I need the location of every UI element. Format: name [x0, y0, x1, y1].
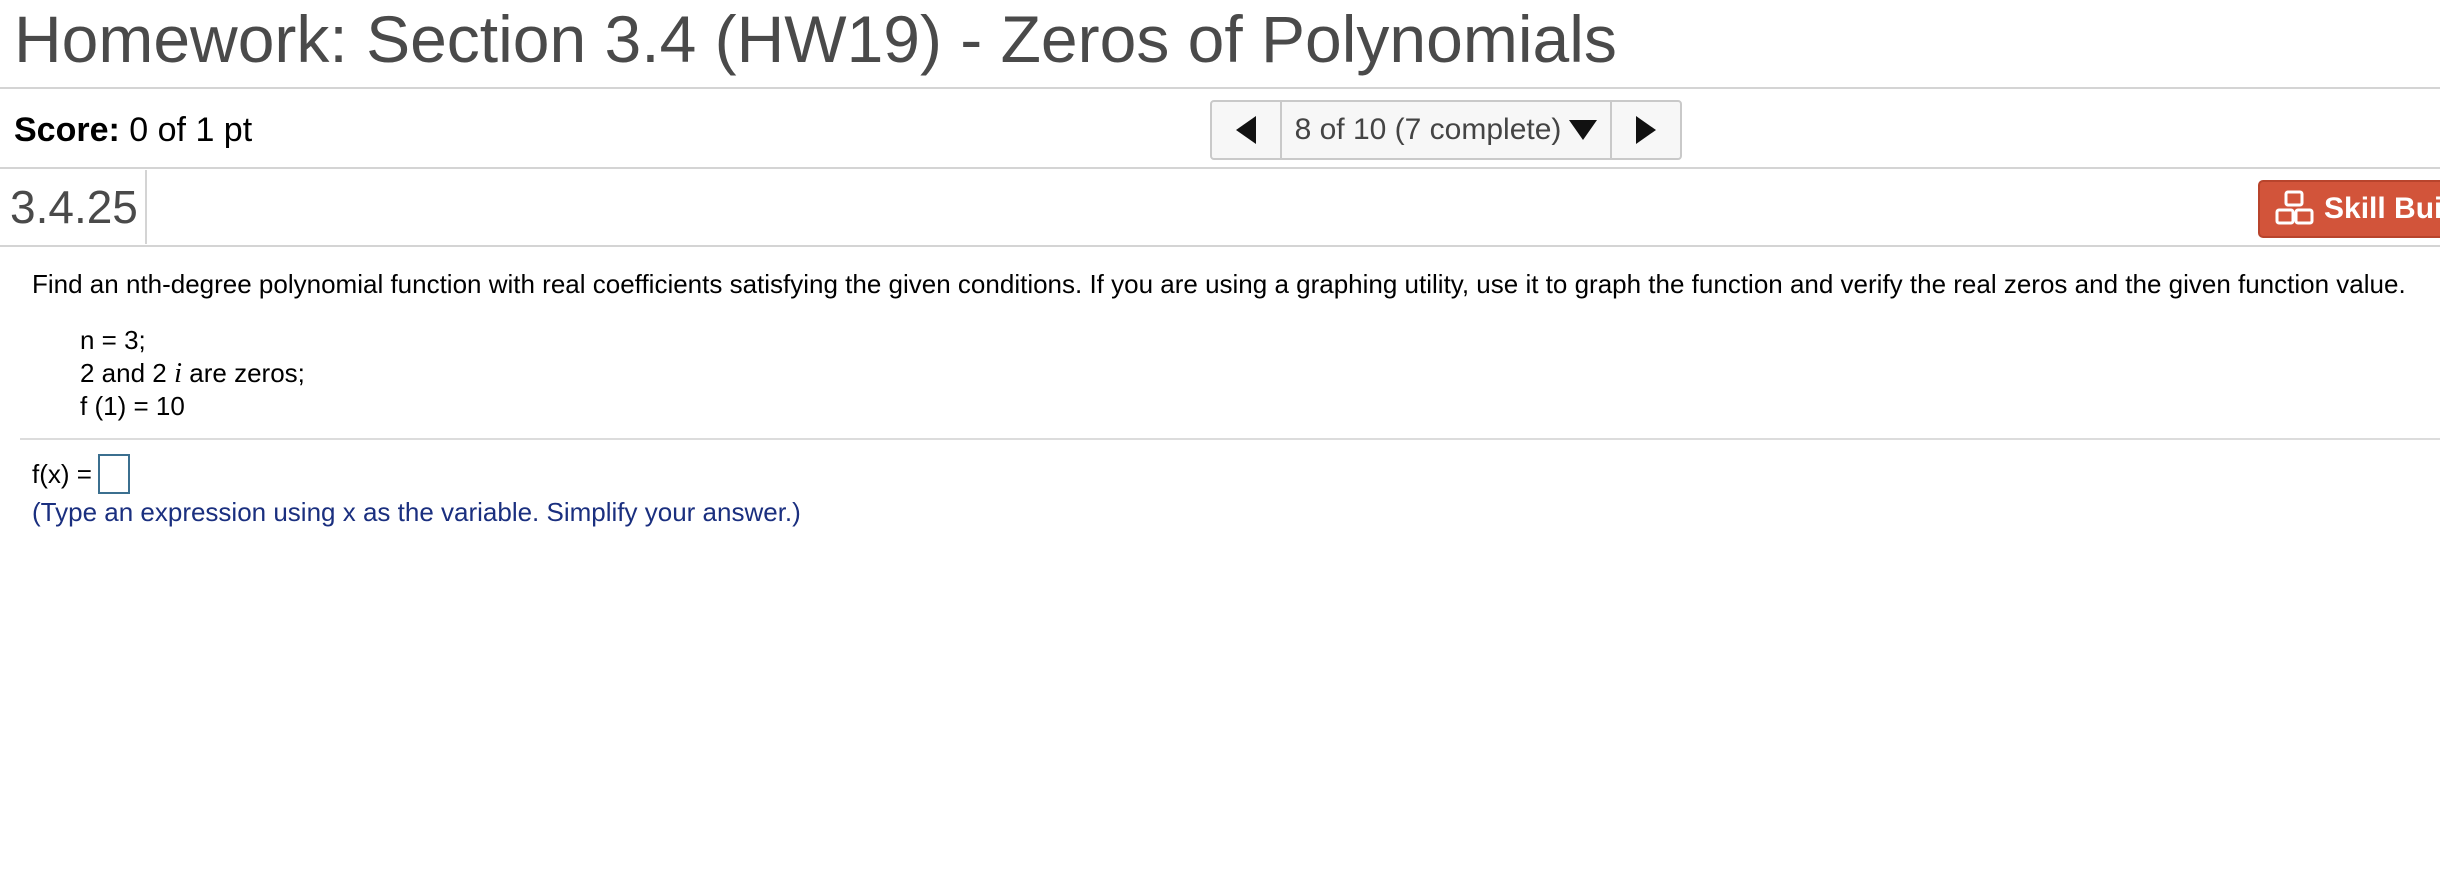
building-blocks-icon: [2275, 190, 2314, 225]
condition-zeros: 2 and 2 i are zeros;: [80, 357, 305, 390]
previous-question-button[interactable]: [1212, 102, 1282, 158]
question-header-divider: [0, 245, 2440, 247]
next-question-button[interactable]: [1610, 102, 1680, 158]
answer-hint: (Type an expression using x as the varia…: [32, 497, 801, 527]
homework-title: Homework: Section 3.4 (HW19) - Zeros of …: [14, 2, 1617, 76]
answer-row: f(x) =: [32, 454, 130, 494]
question-position-text: 8 of 10 (7 complete): [1294, 113, 1562, 146]
answer-input[interactable]: [97, 454, 130, 494]
question-instructions: Find an nth-degree polynomial function w…: [32, 269, 2406, 299]
answer-divider: [20, 438, 2440, 440]
question-navigator: 8 of 10 (7 complete): [1210, 100, 1682, 160]
zeros-prefix: 2 and 2: [80, 358, 167, 388]
skill-builder-label: Skill Build: [2324, 192, 2440, 225]
chevron-down-icon: [1569, 120, 1598, 140]
imaginary-unit: i: [173, 357, 183, 389]
arrow-left-icon: [1236, 116, 1256, 144]
condition-function-value: f (1) = 10: [80, 391, 185, 421]
question-select-dropdown[interactable]: 8 of 10 (7 complete): [1282, 102, 1610, 158]
score-value: 0 of 1 pt: [129, 111, 253, 149]
zeros-suffix: are zeros;: [189, 358, 305, 388]
score-display: Score: 0 of 1 pt: [14, 110, 252, 150]
homework-page: Homework: Section 3.4 (HW19) - Zeros of …: [0, 0, 2440, 874]
arrow-right-icon: [1636, 116, 1656, 144]
condition-degree: n = 3;: [80, 325, 146, 355]
score-label: Score:: [14, 111, 120, 149]
skill-builder-button[interactable]: Skill Build: [2258, 180, 2440, 238]
question-conditions: n = 3; 2 and 2 i are zeros; f (1) = 10: [80, 324, 305, 423]
score-divider: [0, 167, 2440, 169]
answer-label: f(x) =: [32, 459, 92, 489]
title-divider: [0, 87, 2440, 89]
question-number: 3.4.25: [10, 181, 138, 233]
question-number-separator: [145, 170, 147, 244]
